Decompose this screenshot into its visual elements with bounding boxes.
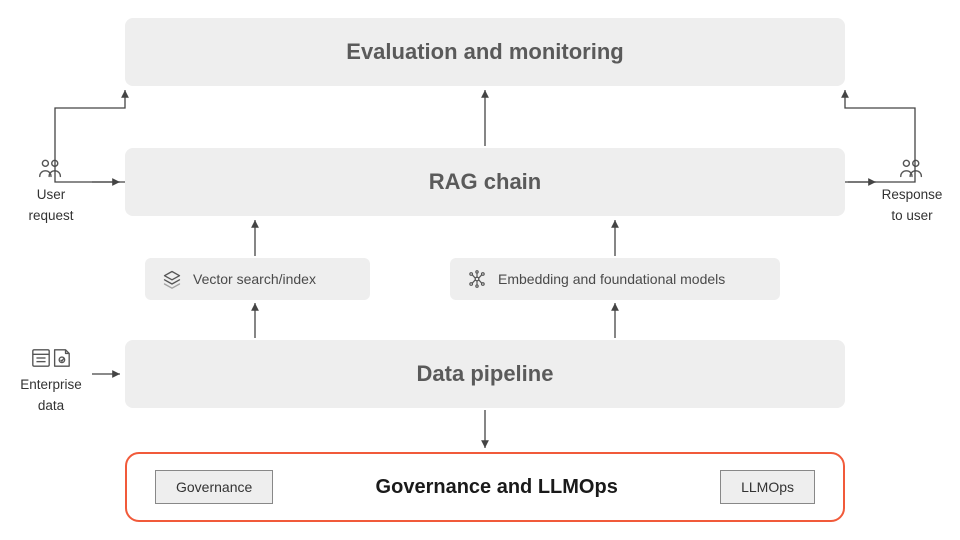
response-group: Response to user [872,155,952,225]
embedding-label: Embedding and foundational models [498,271,725,287]
governance-llmops-title: Governance and LLMOps [376,476,618,499]
response-line1: Response [882,187,943,204]
rag-chain-box: RAG chain [125,148,845,216]
rag-chain-label: RAG chain [429,169,541,195]
response-line2: to user [891,208,932,225]
governance-label: Governance [176,479,252,495]
users-icon [897,155,927,181]
llmops-label: LLMOps [741,479,794,495]
network-icon [466,268,488,290]
data-pipeline-label: Data pipeline [417,361,554,387]
user-request-line1: User [37,187,66,204]
user-request-line2: request [28,208,73,225]
layers-icon [161,268,183,290]
enterprise-data-group: Enterprise data [10,345,92,415]
embedding-box: Embedding and foundational models [450,258,780,300]
user-request-group: User request [12,155,90,225]
vector-search-label: Vector search/index [193,271,316,287]
governance-box: Governance [155,470,273,504]
enterprise-line2: data [38,398,64,415]
data-files-icon [31,345,71,371]
data-pipeline-box: Data pipeline [125,340,845,408]
evaluation-box: Evaluation and monitoring [125,18,845,86]
evaluation-label: Evaluation and monitoring [346,39,623,65]
enterprise-line1: Enterprise [20,377,82,394]
vector-search-box: Vector search/index [145,258,370,300]
llmops-box: LLMOps [720,470,815,504]
users-icon [36,155,66,181]
governance-llmops-container: Governance Governance and LLMOps LLMOps [125,452,845,522]
